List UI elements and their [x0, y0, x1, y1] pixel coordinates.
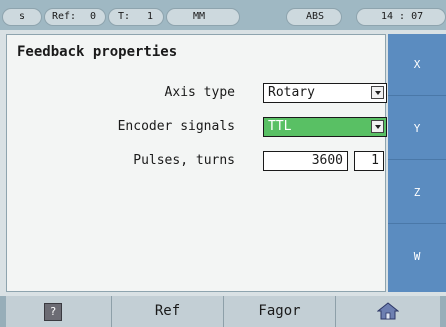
- time-text: 14 : 07: [381, 11, 424, 22]
- axis-y-button[interactable]: Y: [388, 98, 446, 160]
- ref-value: 0: [89, 11, 96, 22]
- fagor-button[interactable]: Fagor: [224, 296, 336, 327]
- encoder-signals-select[interactable]: TTL: [263, 117, 387, 137]
- pulses-input[interactable]: 3600: [263, 151, 348, 171]
- encoder-signals-label: Encoder signals: [117, 119, 235, 134]
- time-indicator: 14 : 07: [356, 8, 446, 26]
- axis-w-button[interactable]: W: [388, 226, 446, 288]
- feedback-properties-panel: Feedback properties Axis type Rotary Enc…: [6, 34, 387, 292]
- axis-type-select[interactable]: Rotary: [263, 83, 387, 103]
- panel-title: Feedback properties: [17, 44, 178, 60]
- turns-input[interactable]: 1: [354, 151, 384, 171]
- axis-type-value: Rotary: [268, 85, 315, 100]
- pulses-label: Pulses, turns: [133, 153, 235, 168]
- encoder-signals-value: TTL: [268, 119, 292, 134]
- tool-value: 1: [146, 11, 153, 22]
- units-indicator: MM: [166, 8, 240, 26]
- axis-z-button[interactable]: Z: [388, 162, 446, 224]
- tool-indicator: T: 1: [108, 8, 164, 26]
- chevron-down-icon[interactable]: [371, 86, 384, 99]
- help-button[interactable]: ?: [6, 296, 112, 327]
- units-text: MM: [193, 11, 206, 22]
- home-button[interactable]: [336, 296, 440, 327]
- coord-text: ABS: [306, 11, 325, 22]
- mode-indicator: s: [2, 8, 42, 26]
- mode-text: s: [19, 11, 26, 22]
- help-icon: ?: [44, 303, 62, 321]
- ref-button[interactable]: Ref: [112, 296, 224, 327]
- coord-indicator: ABS: [286, 8, 342, 26]
- axis-type-label: Axis type: [164, 85, 235, 100]
- axis-x-button[interactable]: X: [388, 34, 446, 96]
- chevron-down-icon[interactable]: [371, 120, 384, 133]
- home-icon: [377, 302, 399, 320]
- ref-label: Ref:: [52, 11, 77, 22]
- ref-indicator: Ref: 0: [44, 8, 106, 26]
- axis-selector: X Y Z W: [388, 34, 446, 292]
- tool-label: T:: [118, 11, 131, 22]
- softkey-bar: ? Ref Fagor: [0, 296, 446, 327]
- status-bar: s Ref: 0 T: 1 MM ABS 14 : 07: [0, 0, 446, 30]
